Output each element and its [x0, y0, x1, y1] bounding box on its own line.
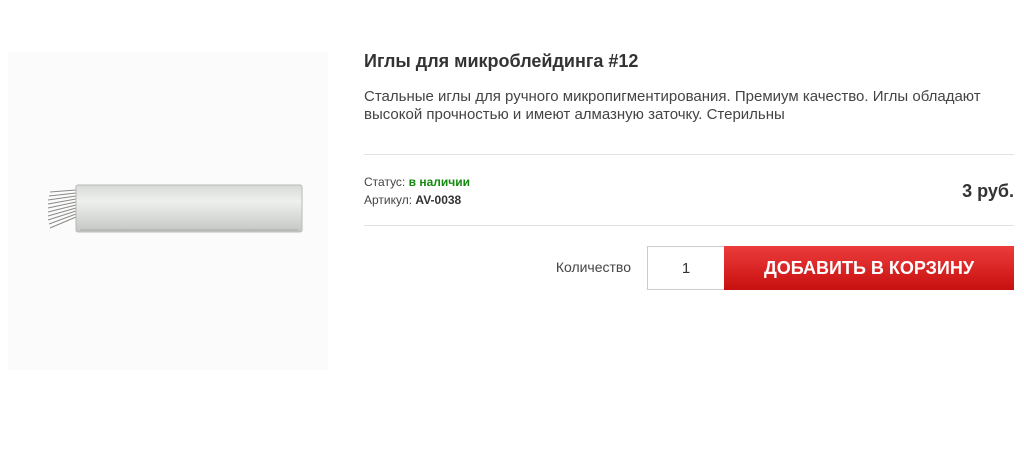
product-description: Стальные иглы для ручного микропигментир…	[364, 88, 981, 123]
add-to-cart-button[interactable]: ДОБАВИТЬ В КОРЗИНУ	[724, 246, 1014, 290]
product-info: Иглы для микроблейдинга #12 Стальные игл…	[364, 50, 1014, 290]
quantity-input[interactable]	[647, 246, 724, 290]
sku-line: Артикул: AV-0038	[364, 193, 461, 207]
product-page: Иглы для микроблейдинга #12 Стальные игл…	[0, 0, 1024, 456]
add-to-cart-row: Количество ДОБАВИТЬ В КОРЗИНУ	[364, 246, 1014, 290]
status-label: Статус:	[364, 175, 406, 189]
microblading-needle-image	[47, 184, 303, 233]
quantity-label: Количество	[555, 259, 631, 275]
divider	[364, 225, 1014, 226]
product-image[interactable]	[8, 52, 328, 370]
status-line: Статус: в наличии	[364, 175, 470, 189]
product-title: Иглы для микроблейдинга #12	[364, 51, 639, 71]
sku-value: AV-0038	[415, 193, 462, 207]
status-value: в наличии	[408, 175, 470, 189]
sku-label: Артикул:	[364, 193, 413, 207]
product-meta: Статус: в наличии Артикул: AV-0038 3 руб…	[364, 155, 1014, 225]
product-price: 3 руб.	[962, 181, 1014, 201]
